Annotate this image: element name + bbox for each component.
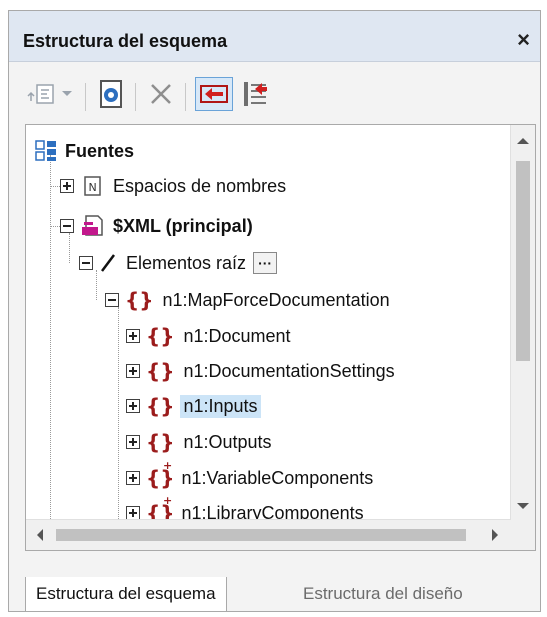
tree-node-label: n1:Document: [183, 325, 291, 346]
tree-node-label: n1:DocumentationSettings: [183, 360, 395, 381]
expand-plus-icon[interactable]: [126, 506, 140, 520]
insert-element-button[interactable]: [27, 77, 57, 111]
element-icon: {}: [146, 394, 175, 418]
collapse-minus-icon[interactable]: [60, 219, 74, 233]
tree-connector: [50, 155, 51, 520]
tree-connector: [118, 307, 119, 520]
tree-node-label: n1:LibraryComponents: [181, 502, 364, 521]
tree-node-inputs[interactable]: {} n1:Inputs: [126, 391, 261, 421]
scrollbar-corner: [511, 520, 535, 550]
element-icon: {}: [146, 430, 175, 454]
horizontal-scrollbar[interactable]: [26, 519, 511, 550]
tab-schema-structure[interactable]: Estructura del esquema: [25, 577, 227, 612]
insert-element-icon: [27, 84, 54, 104]
tree-node-label: Fuentes: [65, 140, 135, 161]
collapse-minus-icon[interactable]: [105, 293, 119, 307]
expand-plus-icon[interactable]: [126, 471, 140, 485]
svg-text:N: N: [89, 181, 97, 194]
element-plus-icon: {} +: [146, 494, 175, 520]
dropdown-button[interactable]: [59, 77, 75, 111]
tree-node-label: n1:Outputs: [183, 431, 272, 452]
tree-node-label: n1:Inputs: [180, 394, 261, 418]
close-icon[interactable]: ×: [517, 27, 530, 53]
schema-tree: Fuentes N Espacios de nombres $XML (prin…: [25, 124, 536, 551]
tree-view[interactable]: Fuentes N Espacios de nombres $XML (prin…: [26, 125, 511, 520]
panel-title: Estructura del esquema: [23, 31, 228, 51]
element-icon: {}: [146, 324, 175, 348]
expand-plus-icon[interactable]: [126, 399, 140, 413]
sort-icon: [244, 82, 267, 106]
toolbar-separator: [85, 83, 86, 111]
schema-properties-button[interactable]: [93, 77, 129, 111]
namespace-icon: N: [84, 176, 101, 196]
tree-node-root-elements[interactable]: Elementos raíz ···: [79, 248, 278, 278]
tree-node-label: Espacios de nombres: [113, 175, 287, 196]
tree-node-variable-components[interactable]: {} + n1:VariableComponents: [126, 459, 376, 493]
expand-plus-icon[interactable]: [126, 329, 140, 343]
expand-plus-icon[interactable]: [60, 179, 74, 193]
scroll-thumb[interactable]: [516, 161, 530, 361]
tree-node-documentation[interactable]: {} n1:MapForceDocumentation: [105, 285, 393, 315]
more-options-button[interactable]: ···: [253, 252, 278, 274]
element-icon: {}: [146, 359, 175, 383]
delete-icon: [151, 84, 171, 104]
sort-button[interactable]: [237, 77, 273, 111]
tree-node-outputs[interactable]: {} n1:Outputs: [126, 427, 275, 457]
tab-design-structure[interactable]: Estructura del diseño: [293, 577, 473, 611]
scroll-up-icon[interactable]: [511, 131, 535, 151]
tree-node-namespaces[interactable]: N Espacios de nombres: [60, 171, 289, 201]
tree-node-label: n1:VariableComponents: [181, 467, 374, 488]
toolbar: [9, 73, 540, 121]
tree-node-label: n1:MapForceDocumentation: [162, 289, 390, 310]
xml-file-icon: [82, 215, 103, 236]
arrow-left-icon: [200, 85, 228, 103]
bottom-tabs: Estructura del esquema Estructura del di…: [9, 577, 540, 612]
panel-titlebar: Estructura del esquema ×: [9, 11, 540, 62]
schema-structure-panel: Estructura del esquema × Fuentes N Espac…: [8, 10, 541, 612]
expand-plus-icon[interactable]: [126, 435, 140, 449]
expand-plus-icon[interactable]: [126, 364, 140, 378]
vertical-scrollbar[interactable]: [510, 125, 535, 520]
tree-node-documentation-settings[interactable]: {} n1:DocumentationSettings: [126, 356, 398, 386]
slash-icon: [101, 254, 115, 272]
delete-button[interactable]: [143, 77, 179, 111]
sources-icon: [35, 140, 56, 161]
tree-node-label: $XML (principal): [113, 215, 253, 236]
schema-icon: [100, 80, 122, 108]
element-icon: {}: [125, 288, 154, 312]
scroll-down-icon[interactable]: [511, 496, 535, 516]
scroll-left-icon[interactable]: [30, 520, 50, 550]
toolbar-separator: [185, 83, 186, 111]
scroll-right-icon[interactable]: [485, 520, 505, 550]
chevron-down-icon: [62, 91, 72, 96]
scroll-thumb[interactable]: [56, 529, 466, 541]
back-button[interactable]: [195, 77, 233, 111]
tree-node-label: Elementos raíz: [126, 252, 247, 273]
tree-node-sources[interactable]: Fuentes: [34, 136, 137, 166]
tree-node-library-components[interactable]: {} + n1:LibraryComponents: [126, 494, 367, 521]
tree-node-xml[interactable]: $XML (principal): [60, 211, 256, 241]
tree-node-document[interactable]: {} n1:Document: [126, 321, 294, 351]
element-plus-icon: {} +: [146, 459, 175, 490]
collapse-minus-icon[interactable]: [79, 256, 93, 270]
toolbar-separator: [135, 83, 136, 111]
